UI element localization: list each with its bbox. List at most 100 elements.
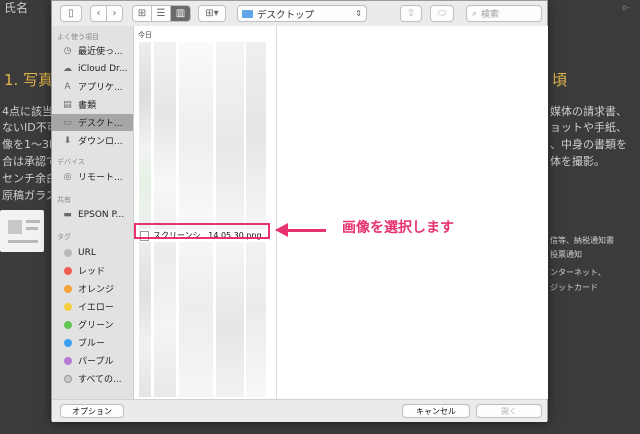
list-view-button[interactable]: ☰ [151, 5, 171, 22]
sidebar-toggle-icon: ▯ [68, 8, 74, 19]
options-label: オプション [72, 406, 112, 416]
tag-dot-icon [63, 320, 72, 329]
column-view-button[interactable]: ▥ [170, 5, 191, 22]
blurred-file-list [139, 42, 151, 397]
gallery-view-button[interactable]: ⊞▾ [198, 5, 226, 22]
bg-section-title: 頃 [552, 71, 568, 89]
bg-text: 投票通知 [550, 250, 582, 259]
sidebar-item-recents[interactable]: ◷ 最近使っ... [52, 42, 133, 59]
icon-view-button[interactable]: ⊞ [132, 5, 152, 22]
sidebar-item-downloads[interactable]: ⬇ ダウンロ... [52, 132, 133, 149]
sidebar-item-label: EPSON P... [78, 209, 125, 220]
sidebar-item-documents[interactable]: ▤ 書類 [52, 96, 133, 113]
back-button[interactable]: ‹ [90, 5, 107, 22]
sidebar-tag-blue[interactable]: ブルー [52, 334, 133, 351]
apps-icon: A [64, 81, 71, 92]
bg-text: 体を撮影。 [550, 155, 605, 168]
sidebar-item-label: ダウンロ... [78, 137, 123, 147]
sidebar-item-label: イエロー [78, 303, 114, 313]
sidebar-item-label: パープル [78, 357, 114, 367]
arrow-line [286, 229, 326, 232]
forward-button[interactable]: › [106, 5, 123, 22]
sidebar-item-label: iCloud Dr... [78, 63, 128, 74]
open-label: 開く [501, 406, 517, 416]
annotation-callout: 画像を選択します [342, 220, 454, 236]
bg-text: 原稿ガラス [2, 189, 57, 202]
blurred-file-list [216, 42, 244, 397]
sidebar-tag-purple[interactable]: パープル [52, 352, 133, 369]
tag-icon: ⬭ [437, 8, 447, 19]
search-field[interactable]: ⌕ 検索 [466, 5, 542, 22]
sidebar-item-remote-disc[interactable]: ◎ リモート... [52, 168, 133, 185]
sidebar-item-label: グリーン [78, 321, 114, 331]
bg-text: 、中身の書類を [550, 138, 627, 151]
blurred-file-list [246, 42, 266, 397]
sidebar-item-label: オレンジ [78, 285, 115, 295]
sidebar-item-applications[interactable]: A アプリケ... [52, 78, 133, 95]
bg-text: o- [622, 3, 630, 12]
shared-section-label: 共有 [57, 196, 71, 204]
dialog-toolbar: ▯ ‹ › ⊞ ☰ ▥ ⊞▾ デスクトップ ⇕ ⇧ ⬭ ⌕ 検索 [52, 1, 547, 27]
location-popup[interactable]: デスクトップ ⇕ [237, 5, 367, 22]
bg-section-title: 1. 写真 [4, 71, 54, 89]
sidebar-item-label: リモート... [78, 173, 123, 183]
share-button[interactable]: ⇧ [400, 5, 422, 22]
cloud-icon: ☁ [63, 63, 72, 74]
bg-text: ョットや手紙、 [550, 121, 627, 134]
sidebar-item-label: レッド [78, 267, 106, 277]
list-view-icon: ☰ [156, 8, 166, 19]
sidebar-item-icloud[interactable]: ☁ iCloud Dr... [52, 60, 133, 77]
sidebar-item-label: URL [78, 247, 96, 258]
sidebar-tag-red[interactable]: レッド [52, 262, 133, 279]
bg-text: 媒体の請求書、 [550, 105, 627, 118]
cancel-button[interactable]: キャンセル [402, 404, 470, 418]
dialog-footer: オプション キャンセル 開く [52, 399, 547, 422]
sidebar-item-label: 書類 [78, 101, 97, 111]
sidebar-tag-orange[interactable]: オレンジ [52, 280, 133, 297]
sidebar-item-label: アプリケ... [78, 83, 123, 93]
display-icon: ▬ [63, 209, 72, 220]
tags-section-label: タグ [57, 233, 71, 241]
tag-dot-icon [63, 284, 72, 293]
sidebar-tag-green[interactable]: グリーン [52, 316, 133, 333]
disc-icon: ◎ [63, 171, 72, 182]
sidebar: よく使う項目 ◷ 最近使っ... ☁ iCloud Dr... A アプリケ..… [52, 26, 134, 399]
blurred-file-list [154, 42, 176, 397]
sidebar-item-label: すべての... [78, 375, 122, 385]
sidebar-item-desktop[interactable]: ▭ デスクト... [52, 114, 133, 131]
tag-dot-icon [63, 356, 72, 365]
tag-dot-icon [63, 302, 72, 311]
open-file-dialog: ▯ ‹ › ⊞ ☰ ▥ ⊞▾ デスクトップ ⇕ ⇧ ⬭ ⌕ 検索 よく使う項目 … [51, 0, 548, 422]
sidebar-item-label: ブルー [78, 339, 106, 349]
file-column-today: 今日 スクリーンシ...14.05.30.png [134, 26, 277, 399]
sidebar-tag-url[interactable]: URL [52, 244, 133, 261]
tag-button[interactable]: ⬭ [430, 5, 454, 22]
options-button[interactable]: オプション [60, 404, 124, 418]
desktop-icon: ▭ [63, 117, 72, 128]
updown-arrows-icon: ⇕ [355, 9, 362, 18]
column-view-icon: ▥ [175, 8, 186, 19]
selection-highlight-box [134, 223, 270, 239]
gallery-view-icon: ⊞▾ [205, 8, 219, 19]
bg-card-image [0, 210, 44, 252]
open-button[interactable]: 開く [476, 404, 542, 418]
cancel-label: キャンセル [416, 406, 456, 416]
devices-section-label: デバイス [57, 158, 85, 166]
preview-column [277, 26, 548, 399]
tag-dot-icon [63, 338, 72, 347]
sidebar-item-epson[interactable]: ▬ EPSON P... [52, 206, 133, 223]
chevron-left-icon: ‹ [96, 8, 101, 19]
share-icon: ⇧ [406, 8, 416, 19]
bg-heading: 氏名 [4, 1, 29, 15]
favorites-section-label: よく使う項目 [57, 33, 99, 41]
sidebar-tag-all[interactable]: すべての... [52, 370, 133, 387]
grid-view-icon: ⊞ [137, 8, 147, 19]
bg-text: ジットカード [550, 283, 598, 292]
bg-text: ンターネット、 [550, 268, 606, 277]
sidebar-item-label: 最近使っ... [78, 47, 123, 57]
sidebar-toggle-button[interactable]: ▯ [60, 5, 82, 22]
document-icon: ▤ [63, 99, 72, 110]
sidebar-tag-yellow[interactable]: イエロー [52, 298, 133, 315]
chevron-right-icon: › [112, 8, 117, 19]
tag-dot-icon [63, 248, 72, 257]
